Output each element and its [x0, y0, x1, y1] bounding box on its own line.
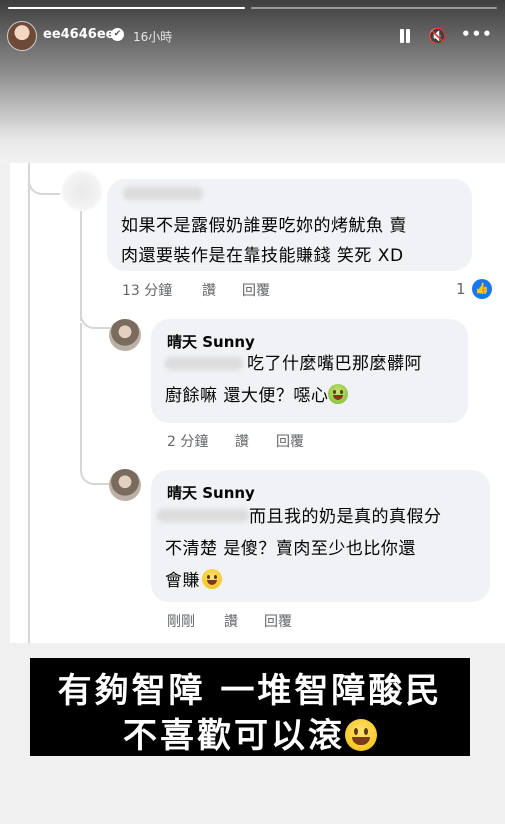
pause-icon[interactable]	[398, 28, 412, 44]
avatar[interactable]	[109, 469, 141, 501]
facebook-comments-screenshot: 如果不是露假奶誰要吃妳的烤魷魚 賣 肉還要裝作是在靠技能賺錢 笑死 XD 13 …	[10, 163, 505, 643]
blurred-commenter-name	[123, 187, 203, 200]
comment-text-line: 廚餘嘛 還大便？噁心	[165, 381, 349, 411]
story-caption: 有夠智障 一堆智障酸民 不喜歡可以滾	[30, 658, 470, 756]
thread-line	[28, 163, 30, 643]
comment-author[interactable]: 晴天 Sunny	[167, 482, 255, 503]
like-button[interactable]: 讚	[202, 280, 216, 300]
story-progress-current	[8, 7, 245, 9]
blurred-mention	[165, 357, 243, 370]
comment-bubble: 晴天 Sunny 而且我的奶是真的真假分 不清楚 是傻？賣肉至少也比你還 會賺	[151, 470, 490, 602]
thread-connector	[80, 323, 110, 485]
story-time: 16小時	[133, 30, 173, 44]
comment-text-line: 肉還要裝作是在靠技能賺錢 笑死 XD	[121, 246, 404, 266]
thread-connector	[28, 163, 60, 195]
verified-icon: ✔	[111, 28, 124, 41]
reply-button[interactable]: 回覆	[276, 431, 304, 451]
reply-button[interactable]: 回覆	[242, 280, 270, 300]
like-icon[interactable]: 👍	[472, 279, 492, 299]
story-header: ee4646ee ✔ 16小時 🔇 •••	[0, 18, 505, 58]
mute-icon[interactable]: 🔇	[428, 28, 447, 44]
reaction-count: 1	[456, 280, 466, 298]
comment-time: 13 分鐘	[122, 283, 173, 299]
grinning-face-icon	[202, 569, 222, 589]
like-button[interactable]: 讚	[235, 431, 249, 451]
avatar[interactable]	[109, 319, 141, 351]
caption-line: 有夠智障 一堆智障酸民	[57, 671, 443, 711]
grinning-face-icon	[345, 719, 377, 751]
comment-author[interactable]: 晴天 Sunny	[167, 331, 255, 352]
comment-text-line: 吃了什麼嘴巴那麼髒阿	[247, 354, 422, 374]
story-progress-next	[251, 7, 497, 9]
comment-text-line: 不清楚 是傻？賣肉至少也比你還	[165, 539, 416, 559]
comment-bubble: 晴天 Sunny 吃了什麼嘴巴那麼髒阿 廚餘嘛 還大便？噁心	[151, 319, 468, 423]
blurred-mention	[157, 509, 249, 522]
comment-time: 剛剛	[167, 614, 195, 630]
caption-line: 不喜歡可以滾	[30, 708, 470, 757]
avatar[interactable]	[7, 21, 37, 51]
comment-text-line: 如果不是露假奶誰要吃妳的烤魷魚 賣	[121, 216, 407, 236]
comment-bubble: 如果不是露假奶誰要吃妳的烤魷魚 賣 肉還要裝作是在靠技能賺錢 笑死 XD	[107, 179, 472, 271]
like-button[interactable]: 讚	[224, 611, 238, 631]
nauseated-face-icon	[328, 384, 349, 404]
comment-time: 2 分鐘	[167, 434, 209, 450]
reply-button[interactable]: 回覆	[264, 611, 292, 631]
comment-text-line: 而且我的奶是真的真假分	[249, 507, 442, 527]
avatar[interactable]	[62, 171, 102, 211]
story-username[interactable]: ee4646ee	[43, 27, 114, 42]
more-icon[interactable]: •••	[461, 26, 493, 42]
comment-text-line: 會賺	[165, 566, 222, 596]
